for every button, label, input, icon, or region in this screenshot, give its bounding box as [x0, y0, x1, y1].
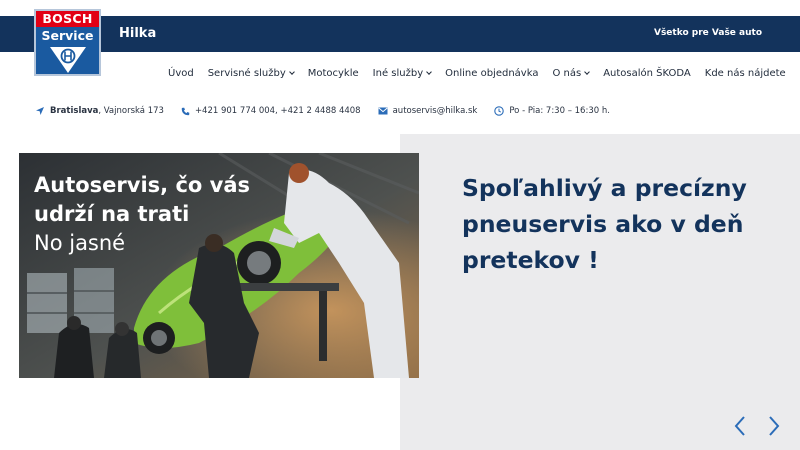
- page: Hilka Všetko pre Vaše auto BOSCH Service…: [0, 0, 800, 450]
- nav-item-servisne-sluzby[interactable]: Servisné služby: [207, 67, 295, 79]
- hero-caption-line1: Autoservis, čo vás: [34, 173, 250, 197]
- slide-title: Spoľahlivý a precízny pneuservis ako v d…: [462, 174, 747, 274]
- contact-bar: Bratislava, Vajnorská 173 +421 901 774 0…: [35, 105, 627, 117]
- nav-item-label: Kde nás nájdete: [704, 67, 786, 79]
- nav-item-label: Iné služby: [372, 67, 424, 79]
- nav-item-label: Úvod: [168, 67, 194, 79]
- address[interactable]: Bratislava, Vajnorská 173: [35, 106, 164, 116]
- bosch-service-logo[interactable]: BOSCH Service: [34, 9, 101, 76]
- chevron-down-icon: [426, 68, 432, 75]
- brand-name: Hilka: [119, 26, 157, 41]
- email-text: autoservis@hilka.sk: [392, 106, 478, 116]
- logo-service-panel: Service: [36, 27, 99, 74]
- slider-next-button[interactable]: [763, 414, 783, 438]
- nav-item-motocykle[interactable]: Motocykle: [308, 68, 359, 79]
- main-nav: Úvod Servisné služby Motocykle Iné služb…: [168, 66, 786, 80]
- clock-icon: [494, 106, 505, 116]
- chevron-left-icon: [734, 416, 745, 436]
- nav-item-label: O nás: [552, 67, 582, 79]
- top-bar: Hilka Všetko pre Vaše auto: [0, 16, 800, 52]
- nav-item-uvod[interactable]: Úvod: [168, 68, 194, 79]
- nav-item-o-nas[interactable]: O nás: [552, 67, 591, 79]
- map-pointer-icon: [36, 107, 44, 115]
- chevron-down-icon: [584, 68, 591, 75]
- nav-item-autosalon-skoda[interactable]: Autosalón ŠKODA: [603, 68, 691, 79]
- hero-image: Autoservis, čo vás udrží na trati No jas…: [19, 153, 419, 378]
- chevron-right-icon: [769, 416, 780, 436]
- logo-service-text: Service: [41, 28, 94, 43]
- nav-item-ine-sluzby[interactable]: Iné služby: [372, 67, 432, 79]
- phone-numbers[interactable]: +421 901 774 004, +421 2 4488 4408: [181, 106, 361, 116]
- nav-item-label: Online objednávka: [445, 67, 539, 79]
- address-street: , Vajnorská 173: [98, 106, 164, 116]
- slider-prev-button[interactable]: [731, 414, 751, 438]
- hero-caption-line3: No jasné: [34, 231, 126, 255]
- envelope-icon: [378, 107, 388, 115]
- bosch-armature-icon: [60, 48, 76, 64]
- nav-item-online-objednavka[interactable]: Online objednávka: [445, 68, 538, 79]
- opening-hours: Po - Pia: 7:30 – 16:30 h.: [494, 106, 610, 116]
- logo-brand-text: BOSCH: [36, 11, 99, 27]
- email-contact[interactable]: autoservis@hilka.sk: [378, 106, 478, 116]
- nav-item-label: Autosalón ŠKODA: [603, 67, 691, 79]
- hero-caption-line2: udrží na trati: [34, 202, 190, 226]
- phone-icon: [181, 107, 190, 115]
- chevron-down-icon: [288, 68, 295, 75]
- nav-item-kde-nas-najdete[interactable]: Kde nás nájdete: [705, 68, 786, 79]
- nav-item-label: Servisné služby: [207, 67, 286, 79]
- nav-item-label: Motocykle: [307, 67, 359, 79]
- address-city: Bratislava: [50, 106, 99, 116]
- phone-text: +421 901 774 004, +421 2 4488 4408: [194, 106, 361, 116]
- hero-image-caption: Autoservis, čo vás udrží na trati No jas…: [34, 171, 250, 258]
- hours-text: Po - Pia: 7:30 – 16:30 h.: [509, 106, 610, 116]
- tagline: Všetko pre Vaše auto: [653, 28, 762, 38]
